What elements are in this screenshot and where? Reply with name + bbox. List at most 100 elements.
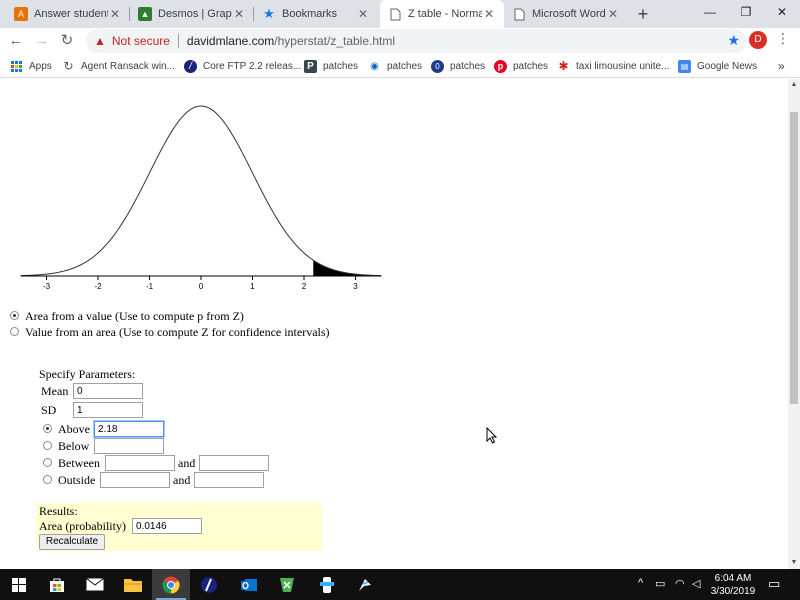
close-tab-icon[interactable]: ✕ [606,7,620,21]
below-label: Below [58,439,90,453]
bookmark-star-icon[interactable]: ★ [727,32,740,49]
recalculate-button[interactable]: Recalculate [39,534,105,550]
normal-curve [20,105,382,277]
between-label: Between [58,456,100,470]
mail-icon[interactable] [76,569,114,600]
above-input[interactable] [94,421,164,437]
tab-bookmarks[interactable]: ★ Bookmarks ✕ [254,0,378,28]
x-tick-label: 1 [250,282,255,291]
tab-microsoft-word[interactable]: Microsoft Word - ✕ [504,0,628,28]
battery-icon[interactable]: ▭ [655,577,665,590]
outside-radio[interactable] [43,475,52,484]
bookmark-apps[interactable]: Apps [10,58,52,74]
specify-parameters-heading: Specify Parameters: [39,367,136,381]
taskbar-clock[interactable]: 6:04 AM 3/30/2019 [700,572,766,598]
value-from-area-label: Value from an area (Use to compute Z for… [25,325,330,339]
clock-date: 3/30/2019 [710,586,756,597]
x-tick-label: 3 [353,282,358,291]
outside-high-input[interactable] [194,472,264,488]
close-tab-icon[interactable]: ✕ [108,7,122,21]
area-probability-output[interactable] [132,518,202,534]
mean-input[interactable] [73,383,143,399]
answer-students-icon: A [14,7,28,21]
app-icon-2[interactable] [308,569,346,600]
outside-and-label: and [173,473,191,487]
between-radio[interactable] [43,458,52,467]
minimize-button[interactable]: — [692,0,728,24]
tab-z-table[interactable]: Z table - Normal l ✕ [380,0,504,28]
bookmarks-bar: Apps ↻ Agent Ransack win... / Core FTP 2… [0,54,800,78]
below-input[interactable] [94,438,164,454]
below-radio[interactable] [43,441,52,450]
mean-label: Mean [41,384,69,398]
o-circle-icon: 0 [431,59,444,73]
normal-distribution-chart: -3 -2 -1 0 1 2 3 [20,105,382,291]
tab-desmos[interactable]: ▲ Desmos | Graphin ✕ [130,0,254,28]
security-status[interactable]: Not secure [112,34,170,48]
scroll-down-icon[interactable]: ▼ [788,557,800,569]
bookmark-agent-ransack[interactable]: ↻ Agent Ransack win... [62,58,174,74]
new-tab-button[interactable]: + [632,3,654,25]
outlook-icon[interactable] [230,569,268,600]
file-explorer-icon[interactable] [114,569,152,600]
results-heading: Results: [39,504,78,518]
bookmark-patches-1[interactable]: P patches [304,58,358,74]
clock-time: 6:04 AM [714,573,752,584]
between-and-label: and [178,456,196,470]
bookmark-taxi-limousine[interactable]: ✱ taxi limousine unite... [557,58,669,74]
desmos-icon: ▲ [138,7,152,21]
address-bar[interactable]: ▲ Not secure davidmlane.com/hyperstat/z_… [86,29,746,53]
scrollbar-thumb[interactable] [790,112,798,404]
p-square-icon: P [304,59,317,73]
between-low-input[interactable] [105,455,175,471]
scroll-up-icon[interactable]: ▲ [788,79,800,91]
value-from-area-radio[interactable] [10,327,19,336]
close-window-button[interactable]: ✕ [764,0,800,24]
pinterest-icon: p [494,59,507,73]
restore-button[interactable]: ❐ [728,0,764,24]
chrome-icon[interactable] [152,569,190,600]
store-icon[interactable] [38,569,76,600]
google-news-icon: ▤ [678,59,691,73]
bookmark-google-news[interactable]: ▤ Google News [678,58,757,74]
close-tab-icon[interactable]: ✕ [232,7,246,21]
outside-label: Outside [58,473,96,487]
bookmark-core-ftp[interactable]: / Core FTP 2.2 releas... [184,58,301,74]
browser-toolbar: ← → ↻ ▲ Not secure davidmlane.com/hypers… [0,28,800,54]
app-icon-3[interactable] [346,569,384,600]
tab-answer-students[interactable]: A Answer students' ✕ [6,0,130,28]
notifications-icon[interactable]: ▭ [768,576,780,592]
wifi-icon[interactable]: ◠ [675,577,685,590]
sd-input[interactable] [73,402,143,418]
close-tab-icon[interactable]: ✕ [356,7,370,21]
profile-avatar[interactable]: D [749,31,767,49]
back-arrow-icon[interactable]: ← [6,31,26,51]
between-high-input[interactable] [199,455,269,471]
x-tick-label: -2 [94,282,102,291]
bookmark-star-icon: ★ [263,6,275,21]
close-tab-icon[interactable]: ✕ [482,7,496,21]
above-label: Above [58,422,90,436]
forward-arrow-icon[interactable]: → [32,31,52,51]
bookmark-patches-4[interactable]: p patches [494,58,548,74]
x-tick-label: 0 [199,282,204,291]
more-menu-icon[interactable]: ⋮ [776,30,790,47]
warning-triangle-icon: ▲ [94,34,106,48]
windows-taskbar: ^ ▭ ◠ ◁ 6:04 AM 3/30/2019 ▭ [0,569,800,600]
tray-expand-icon[interactable]: ^ [638,577,643,589]
yelp-icon: ✱ [558,59,569,73]
app-icon-1[interactable] [268,569,306,600]
area-from-value-radio[interactable] [10,311,19,320]
start-windows-icon[interactable] [0,569,38,600]
above-radio[interactable] [43,424,52,433]
coreftp-taskbar-icon[interactable] [190,569,228,600]
outside-low-input[interactable] [100,472,170,488]
address-divider [177,34,179,48]
bookmark-patches-3[interactable]: 0 patches [431,58,485,74]
url-host: davidmlane.com [186,34,275,48]
shaded-tail-area [313,260,382,276]
page-content: -3 -2 -1 0 1 2 3 Area from a value (Use to com… [0,79,788,569]
reload-icon[interactable]: ↻ [57,31,77,51]
bookmark-patches-2[interactable]: ◉ patches [368,58,422,74]
more-bookmarks-button[interactable]: » [778,58,785,74]
